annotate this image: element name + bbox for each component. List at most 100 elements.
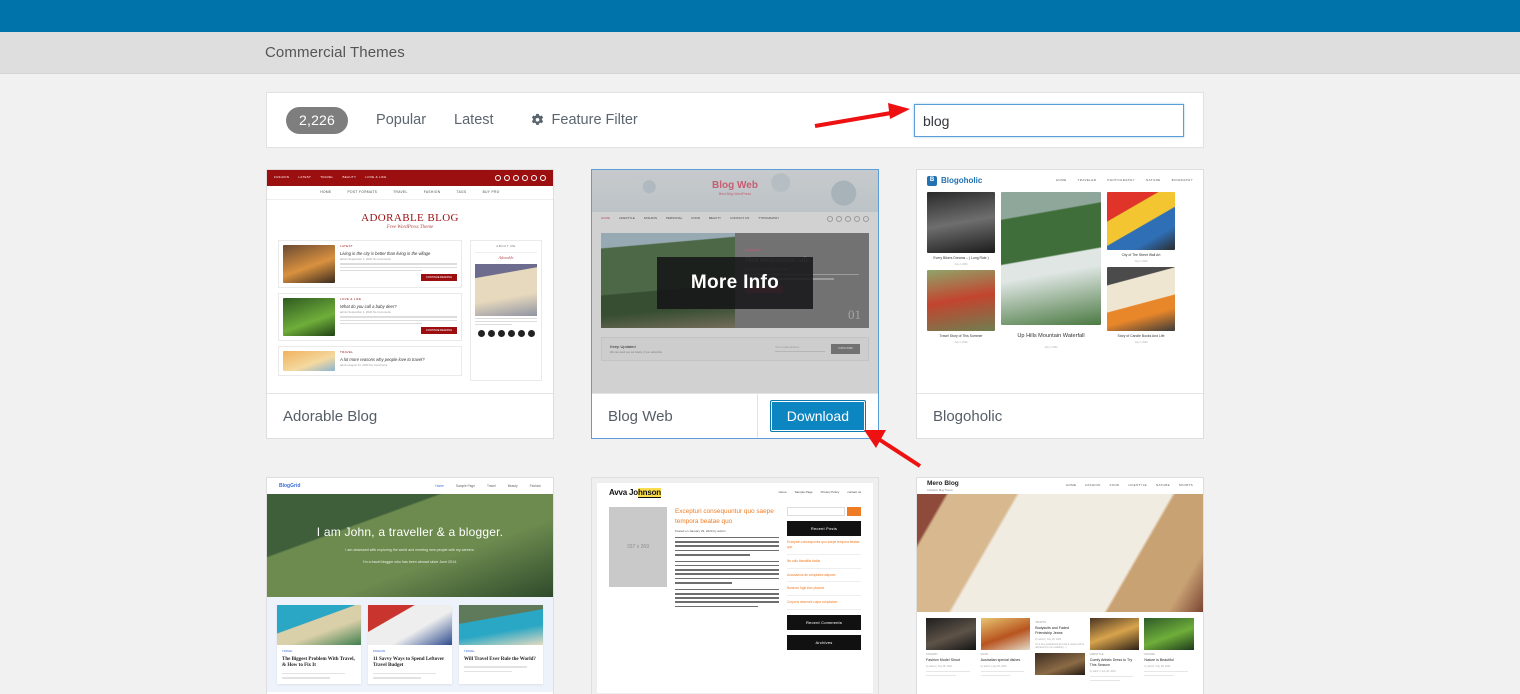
mini-post-title: A lot more reasons why people love to tr…: [340, 356, 425, 362]
mini-post-cat: LATEST: [340, 243, 353, 248]
mini-widget-title: Recent Comments: [787, 614, 861, 631]
mini-post-title: Comfy Artistic Dress to Try This Season: [1089, 658, 1133, 668]
mini-hero-sub: I'm a travel blogger who has been abroad…: [362, 560, 458, 565]
mini-post-title: What do you call a baby deer?: [340, 303, 397, 309]
mini-nav-item: PHOTOGRAPHY: [1107, 178, 1136, 183]
mini-nav-item: SPORTS: [1178, 483, 1193, 488]
mini-post-date: July 2, 2020: [1134, 341, 1148, 345]
mini-nav-item: TRAVELER: [1077, 178, 1097, 183]
mini-widget-item: Illo odio blanditiis facilis: [787, 555, 861, 569]
theme-hover-overlay[interactable]: More Info: [592, 170, 878, 395]
mini-nav-item: POST FORMATS: [347, 190, 378, 195]
mini-search-button: [847, 507, 861, 516]
mini-post-meta: by admin | July 28, 2020: [980, 665, 1007, 669]
theme-name: Adorable Blog: [283, 407, 378, 425]
more-info-button[interactable]: More Info: [656, 256, 814, 309]
theme-name: Blog Web: [608, 407, 673, 425]
mini-post-meta: admin August 31, 2020 No Comments: [340, 363, 388, 368]
mini-nav-item: LIFESTYLE: [1128, 483, 1147, 488]
mini-nav-item: BUY PRO: [482, 190, 500, 195]
mini-post-date: July 2, 2020: [954, 262, 968, 266]
mini-post-meta: by admin | July 28, 2020: [1035, 638, 1062, 642]
mini-post-title: Australian special dishes: [980, 658, 1021, 663]
theme-card-bloggrid[interactable]: BlogGrid Home Sample Page Travel Beauty …: [266, 477, 554, 694]
theme-screenshot: Avva Johnson Home Sample Page Privacy Po…: [592, 478, 878, 694]
page-header: Commercial Themes: [0, 32, 1520, 74]
theme-count-badge: 2,226: [286, 106, 349, 134]
mini-nav-item: Sample Page: [794, 490, 813, 495]
search-input[interactable]: [914, 104, 1184, 137]
mini-post-title: City of The Street Wall Art: [1121, 253, 1161, 257]
theme-card-mero-blog[interactable]: Mero Blog A Modern Blog Theme HOME FASHI…: [916, 477, 1204, 694]
mini-card: LIFESTYLE Comfy Artistic Dress to Try Th…: [1089, 618, 1140, 681]
mini-nav-item: Sample Page: [455, 483, 475, 488]
mini-card: TRAVEL The Biggest Problem With Travel, …: [277, 605, 361, 684]
theme-screenshot: Blog Web Best Blog WordPress HOME LIFEST…: [592, 170, 878, 395]
mini-nav-item: HOME: [1055, 178, 1067, 183]
theme-screenshot: B Blogoholic HOME TRAVELER PHOTOGRAPHY N…: [917, 170, 1203, 395]
mini-nav: HOME FASHION FOOD LIFESTYLE NATURE SPORT…: [1066, 483, 1193, 488]
theme-card-blogoholic[interactable]: B Blogoholic HOME TRAVELER PHOTOGRAPHY N…: [916, 169, 1204, 439]
theme-card-footer: Blogoholic: [917, 393, 1203, 438]
mini-post-title: Up Hills Mountain Waterfall: [1017, 333, 1085, 339]
mini-nav-item: Home: [435, 483, 444, 488]
mini-link: LOVE & LIFE: [365, 175, 387, 180]
mini-post-cat: TRAVEL: [340, 349, 354, 354]
mini-nav-item: FASHION: [1085, 483, 1101, 488]
mini-hero-sub: I am obsessed with exploring the world a…: [345, 547, 475, 552]
mini-nav-item: HOME: [320, 190, 332, 195]
feature-filter-label: Feature Filter: [551, 112, 638, 128]
mini-post-title: 11 Savvy Ways to Spend Leftover Travel B…: [373, 656, 445, 669]
mini-search-input: [787, 507, 845, 516]
feature-filter-button[interactable]: Feature Filter: [530, 112, 638, 128]
theme-card-avva-johnson[interactable]: Avva Johnson Home Sample Page Privacy Po…: [591, 477, 879, 694]
theme-card-blog-web[interactable]: Blog Web Best Blog WordPress HOME LIFEST…: [591, 169, 879, 439]
mini-link: FASHION: [274, 175, 290, 180]
filter-tab-popular[interactable]: Popular: [376, 112, 426, 128]
mini-nav-item: contact us: [847, 490, 861, 495]
mini-link: LATEST: [298, 175, 312, 180]
mini-post-title: Will Travel Ever Rule the World?: [464, 656, 536, 662]
mini-nav: Home Sample Page Privacy Policy contact …: [778, 490, 861, 495]
mini-nav-item: Home: [778, 490, 787, 495]
mini-logo-mark: hnson: [638, 487, 661, 498]
mini-logo-mark: B: [927, 176, 937, 186]
mini-card: FASHION 11 Savvy Ways to Spend Leftover …: [368, 605, 452, 684]
mini-post-button: CONTINUE READING: [420, 274, 457, 282]
mini-post: TRAVEL A lot more reasons why people lov…: [278, 345, 462, 376]
mini-sidebar-name: Adorable: [498, 254, 514, 260]
mini-nav: Home Sample Page Travel Beauty Fashion: [435, 484, 541, 488]
mini-post-title: Every Bikers Dreams – ( Long Ride ): [933, 256, 989, 260]
theme-filter-bar: 2,226 Popular Latest Feature Filter: [266, 92, 1204, 148]
mini-sidebar-heading: ABOUT ME: [475, 244, 537, 253]
mini-logo: Avva Johnson: [609, 487, 661, 498]
mini-post-cat: NATURE: [1144, 653, 1155, 656]
theme-actions: Download: [756, 394, 878, 438]
theme-card-footer: Blog Web Download: [592, 393, 878, 438]
mini-nav-item: Beauty: [507, 483, 518, 488]
theme-card-footer: Adorable Blog: [267, 393, 553, 438]
mini-post-title: Travel Story of This Summer: [939, 334, 983, 339]
mini-post-meta: admin September 1, 2020 No Comments: [340, 310, 391, 315]
mini-logo: Mero Blog A Modern Blog Theme: [927, 480, 959, 492]
mini-widget-item: Excepturi consequuntur quo saepe tempora…: [787, 536, 861, 555]
theme-screenshot: BlogGrid Home Sample Page Travel Beauty …: [267, 478, 553, 694]
mini-post-cat: FASHION: [926, 653, 938, 656]
theme-card-adorable-blog[interactable]: FASHION LATEST TRAVEL BEAUTY LOVE & LIFE…: [266, 169, 554, 439]
download-button[interactable]: Download: [769, 400, 866, 432]
mini-widget-item: Corporis deserunt culpa voluptatum: [787, 596, 861, 610]
mini-post-date: July 2, 2020: [954, 341, 968, 345]
wp-admin-bar[interactable]: [0, 0, 1520, 32]
mini-post-cat: SPORTS: [1035, 621, 1046, 624]
mini-post-meta: admin September 1, 2020 No Comments: [340, 257, 391, 262]
mini-widget-item: Nostrum fugit eius placeat: [787, 582, 861, 597]
search-container: [914, 104, 1184, 137]
filter-tab-latest[interactable]: Latest: [454, 112, 494, 128]
mini-nav: HOME TRAVELER PHOTOGRAPHY NATURE BIOGRAP…: [1055, 178, 1193, 183]
mini-post-date: July 2, 2020: [1134, 259, 1148, 263]
mini-post-title: The Biggest Problem With Travel, & How t…: [282, 656, 355, 669]
mini-post-title: Bodysuits and Faded Friendship Jeans: [1035, 626, 1069, 636]
mini-post-meta: by admin | July 28, 2020: [1144, 665, 1171, 669]
mini-post-meta: by admin | July 28, 2020: [1089, 670, 1116, 674]
mini-widget-item: Accusamus ab voluptates aliquam: [787, 569, 861, 583]
